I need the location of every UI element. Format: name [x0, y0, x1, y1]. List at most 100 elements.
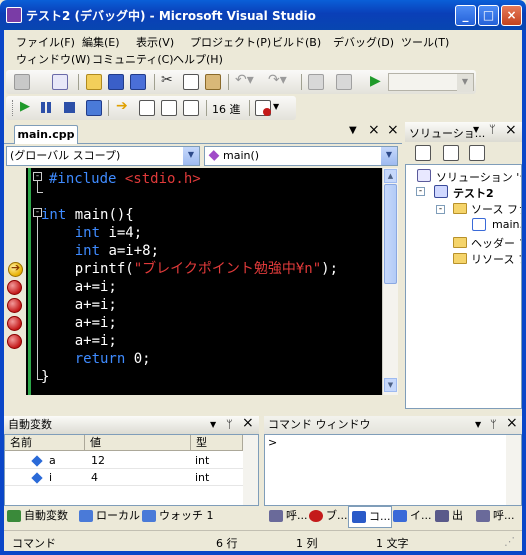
column-header-name[interactable]: 名前 [5, 435, 85, 451]
table-row[interactable]: a 12 int [5, 453, 243, 469]
collapse-icon[interactable]: - [436, 205, 445, 214]
minimize-button[interactable]: _ [455, 5, 476, 26]
tab-breakpoints[interactable]: ブ... [306, 506, 348, 528]
save-icon[interactable] [108, 74, 124, 90]
properties-icon[interactable] [415, 145, 431, 161]
tab-main-cpp[interactable]: main.cpp [14, 125, 78, 144]
code-line-current[interactable]: printf("ブレイクポイント勉強中¥n"); [41, 260, 338, 278]
menu-build[interactable]: ビルド(B) [272, 34, 321, 50]
close-icon[interactable]: × [506, 414, 518, 432]
tree-item-header-files[interactable]: ヘッダー ファイル [471, 235, 521, 251]
menu-community[interactable]: コミュニティ(C) [92, 51, 174, 67]
copy-icon[interactable] [183, 74, 199, 90]
autos-scrollbar[interactable] [243, 435, 258, 505]
code-line[interactable]: a+=i; [41, 332, 117, 350]
tab-locals[interactable]: ローカル [76, 506, 140, 528]
pin-icon[interactable]: ᛘ [490, 416, 497, 434]
chevron-down-icon[interactable]: ▼ [273, 102, 279, 111]
chevron-down-icon[interactable]: ▼ [475, 416, 481, 434]
command-scrollbar[interactable] [506, 435, 521, 505]
variable-value[interactable]: 4 [91, 471, 98, 484]
menu-project[interactable]: プロジェクト(P) [190, 34, 271, 50]
chevron-down-icon[interactable]: ▼ [473, 125, 479, 134]
current-line-arrow-icon[interactable]: ➔ [8, 261, 23, 277]
close-button[interactable]: × [501, 5, 522, 26]
restart-icon[interactable] [86, 100, 102, 116]
code-line[interactable]: } [41, 368, 49, 386]
menu-view[interactable]: 表示(V) [136, 34, 174, 50]
start-debugging-icon[interactable]: ▶ [370, 73, 381, 89]
undo-icon[interactable]: ↶▾ [235, 72, 254, 88]
close-icon[interactable]: × [387, 122, 399, 138]
resize-grip-icon[interactable]: ⋰ [504, 535, 515, 548]
new-project-icon[interactable] [14, 74, 30, 90]
close-document-icon[interactable]: × [368, 122, 380, 138]
stop-debugging-icon[interactable] [64, 102, 75, 113]
refresh-icon[interactable] [469, 145, 485, 161]
code-line-include[interactable]: #include <stdio.h> [49, 170, 201, 188]
tree-item-source-files[interactable]: ソース ファイル [471, 201, 521, 217]
maximize-button[interactable]: □ [478, 5, 499, 26]
pin-icon[interactable]: ᛘ [489, 123, 496, 136]
column-header-type[interactable]: 型 [191, 435, 243, 451]
breakpoint-icon[interactable] [7, 280, 22, 295]
scroll-up-icon[interactable]: ▲ [384, 169, 397, 183]
code-line-main[interactable]: int main(){ [41, 206, 134, 224]
tab-output[interactable]: 出 [432, 506, 463, 528]
tree-item-main-cpp[interactable]: main.cpp [492, 218, 521, 231]
open-file-icon[interactable] [86, 74, 102, 90]
close-icon[interactable]: × [242, 414, 254, 432]
scope-combo[interactable]: (グローバル スコープ) ▼ [6, 146, 200, 166]
tab-call-stack[interactable]: 呼... [266, 506, 308, 528]
solution-config-combo[interactable]: ▼ [388, 73, 474, 92]
tree-item-resource-files[interactable]: リソース ファイル [471, 251, 521, 267]
tab-watch[interactable]: ウォッチ 1 [139, 506, 214, 528]
collapse-icon[interactable]: - [33, 172, 42, 181]
hexadecimal-display-button[interactable]: 16 進 [212, 101, 241, 117]
editor-vertical-scrollbar[interactable]: ▲ ▼ [382, 168, 398, 395]
code-line[interactable]: int a=i+8; [41, 242, 159, 260]
tab-call-hierarchy[interactable]: 呼... [473, 506, 515, 528]
command-window-input[interactable]: > [264, 434, 522, 506]
code-line[interactable]: a+=i; [41, 278, 117, 296]
scroll-thumb[interactable] [384, 184, 397, 284]
menu-window[interactable]: ウィンドウ(W) [16, 51, 90, 67]
tab-command-window[interactable]: コ... [348, 506, 392, 528]
code-line[interactable]: int i=4; [41, 224, 142, 242]
close-icon[interactable]: × [505, 122, 517, 138]
solution-tree[interactable]: ソリューション 'テスト2' - テスト2 - ソース ファイル main.cp… [405, 164, 522, 409]
pin-icon[interactable]: ᛘ [226, 416, 233, 434]
autos-grid[interactable]: 名前 値 型 a 12 int i 4 int [4, 434, 259, 506]
tree-item-solution[interactable]: ソリューション 'テスト2' [436, 169, 521, 185]
function-combo[interactable]: main() ▼ [204, 146, 398, 166]
breakpoint-icon[interactable] [7, 298, 22, 313]
collapse-icon[interactable]: - [416, 187, 425, 196]
code-line[interactable]: return 0; [41, 350, 151, 368]
continue-icon[interactable]: ▶ [20, 99, 30, 114]
chevron-down-icon[interactable]: ▼ [381, 147, 397, 165]
menu-edit[interactable]: 編集(E) [82, 34, 120, 50]
add-item-icon[interactable] [52, 74, 68, 90]
code-line[interactable]: a+=i; [41, 296, 117, 314]
code-line[interactable]: a+=i; [41, 314, 117, 332]
breakpoints-window-icon[interactable] [255, 100, 271, 116]
breakpoint-icon[interactable] [7, 316, 22, 331]
navigate-forward-icon[interactable] [336, 74, 352, 90]
tree-item-project[interactable]: テスト2 [453, 185, 494, 201]
step-out-icon[interactable] [183, 100, 199, 116]
tab-autos[interactable]: 自動変数 [4, 506, 68, 528]
step-over-icon[interactable] [161, 100, 177, 116]
chevron-down-icon[interactable]: ▼ [183, 147, 199, 165]
scroll-down-icon[interactable]: ▼ [384, 378, 397, 392]
variable-value[interactable]: 12 [91, 454, 105, 467]
menu-tools[interactable]: ツール(T) [401, 34, 449, 50]
show-all-files-icon[interactable] [443, 145, 459, 161]
tab-immediate[interactable]: イ... [390, 506, 432, 528]
paste-icon[interactable] [205, 74, 221, 90]
column-header-value[interactable]: 値 [85, 435, 191, 451]
menu-help[interactable]: ヘルプ(H) [173, 51, 223, 67]
menu-debug[interactable]: デバッグ(D) [333, 34, 394, 50]
menu-file[interactable]: ファイル(F) [16, 34, 75, 50]
chevron-down-icon[interactable]: ▼ [210, 416, 216, 434]
table-row[interactable]: i 4 int [5, 470, 243, 486]
